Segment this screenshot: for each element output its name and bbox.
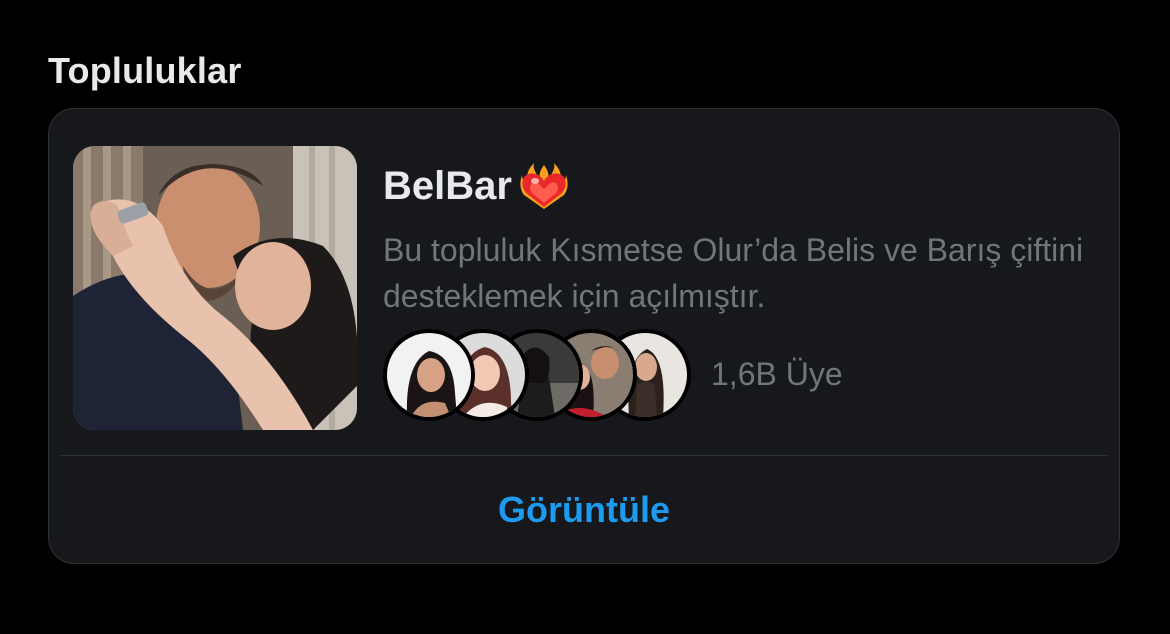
- communities-page: Topluluklar BelBar Bu topluluk Kısmetse …: [0, 0, 1170, 634]
- member-avatars: [383, 329, 691, 421]
- section-title: Topluluklar: [48, 50, 242, 91]
- divider: [60, 455, 1108, 456]
- community-cover-image[interactable]: [73, 146, 357, 430]
- community-name-text: BelBar: [383, 163, 512, 208]
- community-description: Bu topluluk Kısmetse Olur’da Belis ve Ba…: [383, 232, 1084, 314]
- member-avatar: [383, 329, 475, 421]
- member-count: 1,6B Üye: [711, 355, 843, 392]
- heart-on-fire-icon: [518, 161, 570, 211]
- community-name[interactable]: BelBar: [383, 161, 570, 211]
- community-card[interactable]: BelBar Bu topluluk Kısmetse Olur’da Beli…: [48, 108, 1120, 564]
- members-row[interactable]: 1,6B Üye: [383, 329, 843, 421]
- view-community-button[interactable]: Görüntüle: [49, 457, 1119, 563]
